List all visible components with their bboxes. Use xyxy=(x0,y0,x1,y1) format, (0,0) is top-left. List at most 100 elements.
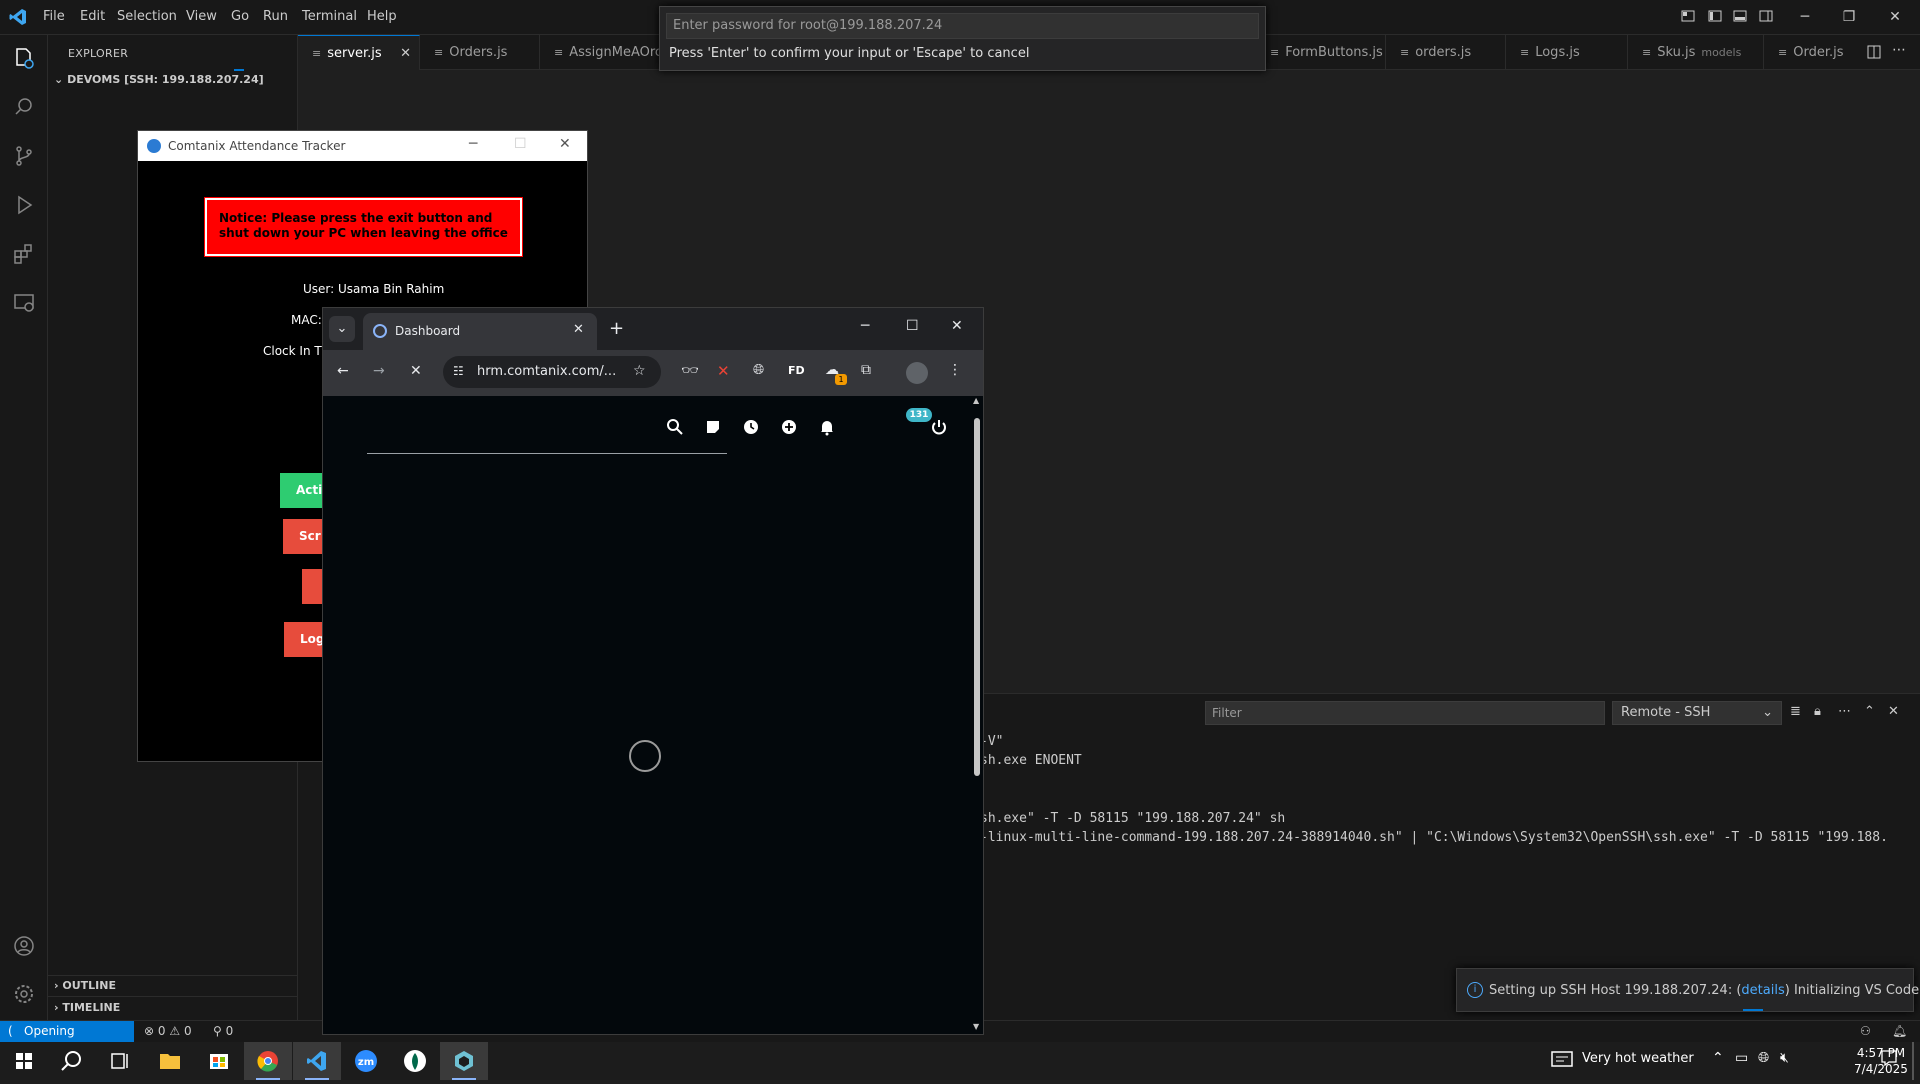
address-bar[interactable]: ☷ hrm.comtanix.com/... ☆ xyxy=(443,356,661,388)
weather-label[interactable]: Very hot weather xyxy=(1582,1051,1694,1066)
show-hidden-icons[interactable]: ⌃ xyxy=(1712,1050,1724,1066)
search-input-underline[interactable] xyxy=(367,453,727,454)
minimize-icon[interactable]: ─ xyxy=(1796,8,1814,26)
close-icon[interactable]: ✕ xyxy=(1886,8,1904,26)
start-button[interactable] xyxy=(0,1042,48,1080)
search-icon[interactable] xyxy=(48,1042,96,1080)
scroll-up-icon[interactable]: ▲ xyxy=(973,396,979,405)
panel-more-icon[interactable]: ⋯ xyxy=(1838,704,1851,719)
extension-glasses-icon[interactable]: 👓︎ xyxy=(681,363,699,379)
bookmark-star-icon[interactable]: ☆ xyxy=(633,363,646,379)
tab-sku-js[interactable]: ≡ Sku.js models xyxy=(1628,35,1764,70)
menu-help[interactable]: Help xyxy=(367,9,397,24)
chrome-menu-icon[interactable]: ⋮ xyxy=(948,362,962,378)
menu-view[interactable]: View xyxy=(186,9,217,24)
menu-file[interactable]: File xyxy=(43,9,65,24)
scroll-down-icon[interactable]: ▼ xyxy=(973,1022,979,1031)
source-control-icon[interactable] xyxy=(12,144,36,168)
tab-orders-js[interactable]: ≡ Orders.js xyxy=(420,35,540,70)
problems-indicator[interactable]: ⊗ 0 ⚠ 0 xyxy=(144,1024,192,1038)
profile-avatar[interactable] xyxy=(906,362,928,384)
forward-icon[interactable]: → xyxy=(373,363,385,379)
remote-indicator[interactable]: ( Opening Remote... xyxy=(0,1021,134,1059)
search-icon[interactable] xyxy=(666,418,684,436)
outline-section[interactable]: › OUTLINE xyxy=(54,979,116,992)
remote-explorer-icon[interactable] xyxy=(12,291,36,315)
back-icon[interactable]: ← xyxy=(337,363,349,379)
file-explorer-icon[interactable] xyxy=(146,1042,194,1080)
toggle-primary-sidebar-icon[interactable] xyxy=(1706,8,1724,26)
battery-icon[interactable]: ▭ xyxy=(1735,1050,1748,1066)
copilot-icon[interactable]: ⚇ xyxy=(1860,1024,1871,1038)
menu-edit[interactable]: Edit xyxy=(80,9,105,24)
ports-indicator[interactable]: ⚲ 0 xyxy=(213,1024,233,1038)
timeline-section[interactable]: › TIMELINE xyxy=(54,1001,120,1014)
volume-muted-icon[interactable]: 🔇︎ xyxy=(1780,1050,1789,1066)
weather-icon[interactable] xyxy=(1551,1050,1573,1072)
clock-icon[interactable] xyxy=(742,418,760,436)
maximize-panel-icon[interactable]: ⌃ xyxy=(1864,704,1875,719)
new-tab-icon[interactable]: + xyxy=(609,318,624,339)
clear-output-icon[interactable]: ≣ xyxy=(1790,704,1801,719)
notification-bell-icon[interactable] xyxy=(818,418,836,436)
tab-logs-js[interactable]: ≡ Logs.js xyxy=(1506,35,1628,70)
output-filter-input[interactable]: Filter xyxy=(1205,701,1605,725)
action-center-icon[interactable] xyxy=(1880,1049,1898,1071)
ssh-notification[interactable]: i Setting up SSH Host 199.188.207.24: (d… xyxy=(1456,968,1920,1012)
explorer-icon[interactable] xyxy=(12,46,36,70)
menu-terminal[interactable]: Terminal xyxy=(302,9,357,24)
tab-formbuttons-js[interactable]: ≡ FormButtons.js xyxy=(1256,35,1386,70)
chrome-taskbar-icon[interactable] xyxy=(244,1042,292,1080)
site-info-icon[interactable]: ☷ xyxy=(453,364,464,378)
extension-globe-icon[interactable]: 🌐︎ xyxy=(753,362,764,378)
notes-icon[interactable] xyxy=(704,418,722,436)
close-tab-icon[interactable]: ✕ xyxy=(400,36,411,71)
customize-layout-icon[interactable] xyxy=(1679,8,1697,26)
workspace-folder[interactable]: ⌄ DEVOMS [SSH: 199.188.207.24] xyxy=(54,73,264,86)
lock-scroll-icon[interactable]: 🔒︎ xyxy=(1814,704,1821,719)
password-input[interactable]: Enter password for root@199.188.207.24 xyxy=(666,13,1259,39)
vscode-taskbar-icon[interactable] xyxy=(293,1042,341,1080)
details-link[interactable]: details xyxy=(1741,983,1784,998)
extension-x-icon[interactable]: ✕ xyxy=(717,362,730,380)
restore-icon[interactable]: ❐ xyxy=(1840,8,1858,26)
chrome-minimize-icon[interactable]: ─ xyxy=(861,318,869,334)
tab-search-icon[interactable]: ⌄ xyxy=(329,316,355,342)
tab-assignmeaorder-js[interactable]: ≡ AssignMeAOrc xyxy=(540,35,662,70)
power-icon[interactable] xyxy=(930,418,948,436)
attendance-tracker-taskbar-icon[interactable] xyxy=(440,1042,488,1080)
tab-server-js[interactable]: ≡ server.js ✕ xyxy=(298,35,420,70)
add-circle-icon[interactable] xyxy=(780,418,798,436)
split-editor-icon[interactable] xyxy=(1866,44,1882,64)
page-scrollbar[interactable]: ▲ ▼ xyxy=(971,396,983,1034)
tab-orders-lower-js[interactable]: ≡ orders.js xyxy=(1386,35,1506,70)
extensions-icon[interactable] xyxy=(12,242,36,266)
tracker-minimize-icon[interactable]: ─ xyxy=(469,136,477,152)
chrome-maximize-icon[interactable]: ☐ xyxy=(906,318,919,334)
tracker-close-icon[interactable]: ✕ xyxy=(559,136,571,152)
output-channel-select[interactable]: Remote - SSH ⌄ xyxy=(1612,701,1782,725)
chrome-close-icon[interactable]: ✕ xyxy=(951,318,963,334)
task-view-icon[interactable] xyxy=(96,1042,144,1080)
run-debug-icon[interactable] xyxy=(12,193,36,217)
menu-run[interactable]: Run xyxy=(263,9,288,24)
stop-loading-icon[interactable]: ✕ xyxy=(410,363,422,379)
chrome-tab-dashboard[interactable]: Dashboard ✕ xyxy=(363,313,597,350)
menu-selection[interactable]: Selection xyxy=(117,9,177,24)
more-actions-icon[interactable]: ⋯ xyxy=(1892,42,1906,58)
show-desktop-button[interactable] xyxy=(1912,1042,1914,1080)
settings-gear-icon[interactable] xyxy=(12,982,36,1006)
menu-go[interactable]: Go xyxy=(231,9,249,24)
tab-order-js[interactable]: ≡ Order.js xyxy=(1764,35,1872,70)
extension-fd-icon[interactable]: FD xyxy=(788,364,805,377)
scrollbar-thumb[interactable] xyxy=(974,418,980,776)
mongodb-compass-icon[interactable] xyxy=(391,1042,439,1080)
notifications-bell-icon[interactable]: 🔔︎ xyxy=(1892,1024,1907,1038)
close-panel-icon[interactable]: ✕ xyxy=(1888,704,1899,719)
tracker-maximize-icon[interactable]: ☐ xyxy=(514,136,527,152)
close-tab-icon[interactable]: ✕ xyxy=(573,322,584,337)
extensions-puzzle-icon[interactable]: ⧉ xyxy=(861,362,871,378)
toggle-secondary-sidebar-icon[interactable] xyxy=(1757,8,1775,26)
toggle-panel-icon[interactable] xyxy=(1731,8,1749,26)
search-icon[interactable] xyxy=(12,95,36,119)
